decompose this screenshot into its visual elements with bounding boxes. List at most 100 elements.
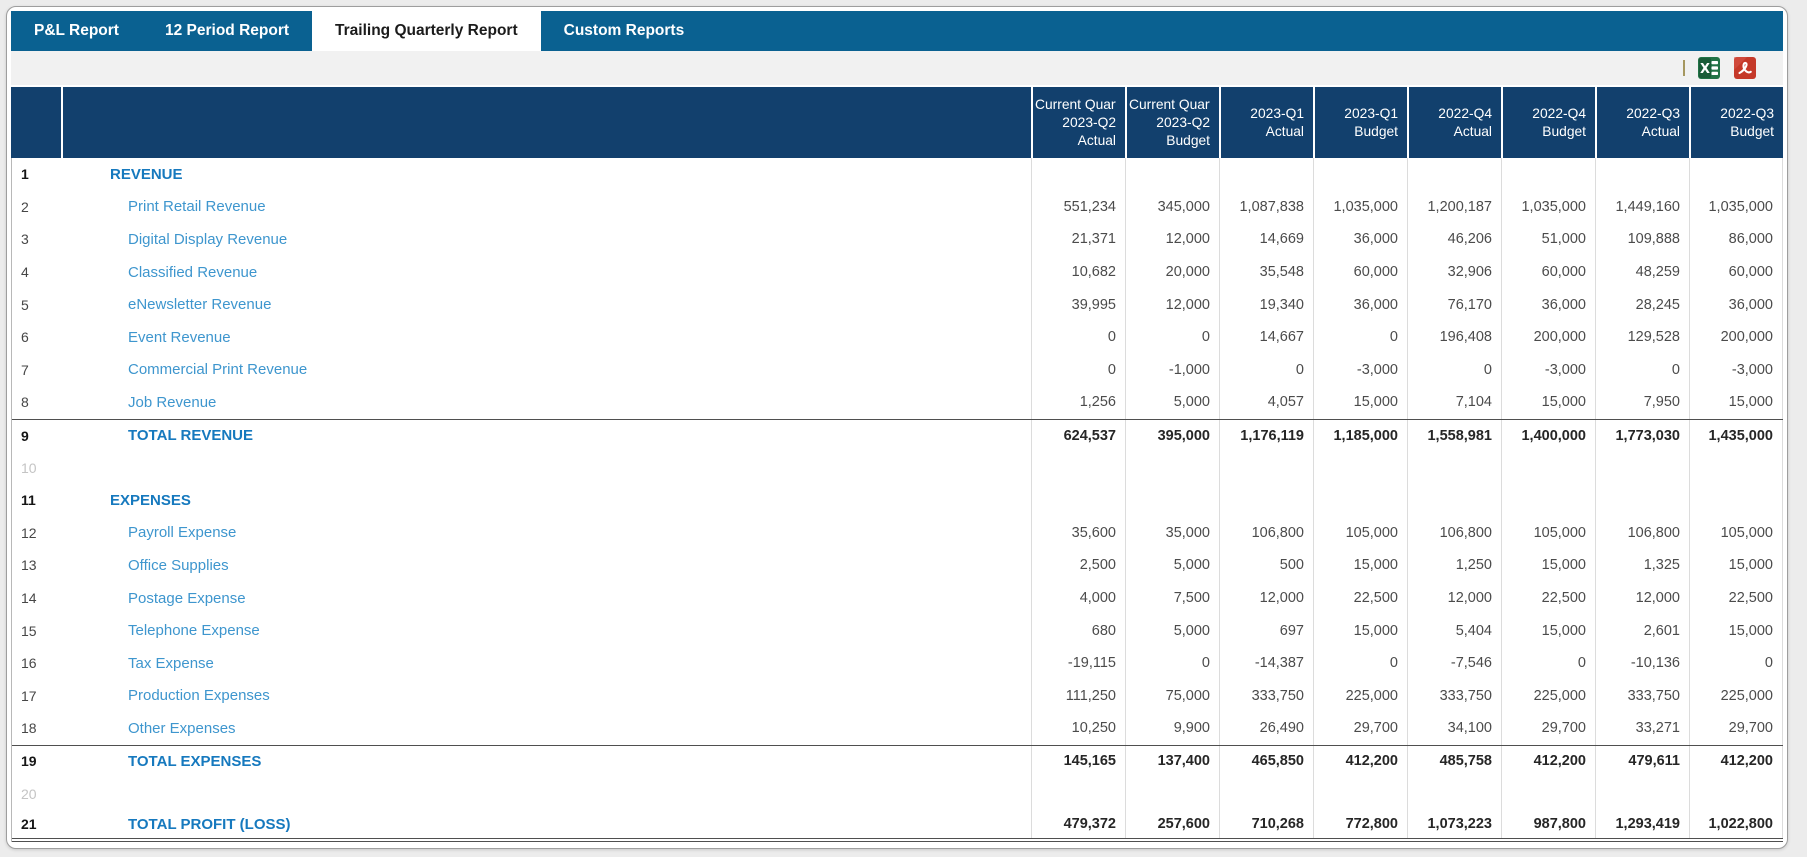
table-row: 8 Job Revenue 1,256 5,000 4,057 15,000 7,104 15… bbox=[12, 386, 1783, 419]
cell-value bbox=[1501, 483, 1595, 517]
cell-value bbox=[1595, 777, 1689, 810]
column-header-quarter: 2022-Q4 bbox=[1532, 105, 1586, 121]
cell-value: 35,600 bbox=[1031, 516, 1125, 550]
cell-value: 29,700 bbox=[1501, 712, 1595, 745]
cell-value: 46,206 bbox=[1407, 223, 1501, 256]
account-label[interactable]: Tax Expense bbox=[62, 647, 1031, 680]
account-label[interactable]: Production Expenses bbox=[62, 680, 1031, 713]
tab-12-period-report[interactable]: 12 Period Report bbox=[142, 11, 312, 51]
account-label[interactable]: EXPENSES bbox=[62, 484, 1031, 517]
cell-value: 29,700 bbox=[1313, 712, 1407, 745]
cell-value: 36,000 bbox=[1313, 223, 1407, 256]
cell-value: 33,271 bbox=[1595, 712, 1689, 745]
account-label[interactable]: Payroll Expense bbox=[62, 517, 1031, 550]
account-label[interactable]: Commercial Print Revenue bbox=[62, 354, 1031, 387]
account-label[interactable]: Other Expenses bbox=[62, 712, 1031, 745]
svg-text:X: X bbox=[1700, 62, 1710, 77]
cell-value: -14,387 bbox=[1219, 646, 1313, 680]
cell-value bbox=[1689, 451, 1783, 484]
column-header: 2023-Q1 Actual bbox=[1219, 87, 1313, 158]
account-label[interactable]: REVENUE bbox=[62, 158, 1031, 191]
cell-value: 2,500 bbox=[1031, 549, 1125, 582]
table-row: 13 Office Supplies 2,500 5,000 500 15,000 1,25… bbox=[12, 549, 1783, 582]
export-toolbar: X bbox=[11, 51, 1783, 85]
table-row: 5 eNewsletter Revenue 39,995 12,000 19,340 36… bbox=[12, 288, 1783, 321]
cell-value: 145,165 bbox=[1031, 745, 1125, 778]
cell-value: 479,372 bbox=[1031, 809, 1125, 839]
cell-value: 76,170 bbox=[1407, 288, 1501, 321]
cell-value: 86,000 bbox=[1689, 223, 1783, 256]
column-header-quarter: 2022-Q3 bbox=[1626, 105, 1680, 121]
toolbar-separator bbox=[1683, 60, 1685, 76]
cell-value: 0 bbox=[1407, 353, 1501, 387]
cell-value: 551,234 bbox=[1031, 190, 1125, 224]
row-number: 10 bbox=[21, 459, 37, 476]
tab-trailing-quarterly-report[interactable]: Trailing Quarterly Report bbox=[312, 11, 541, 51]
cell-value: 5,404 bbox=[1407, 614, 1501, 647]
row-number: 4 bbox=[21, 264, 29, 281]
cell-value bbox=[1407, 777, 1501, 810]
account-label[interactable]: Digital Display Revenue bbox=[62, 223, 1031, 256]
row-number: 19 bbox=[21, 753, 37, 770]
cell-value: 412,200 bbox=[1313, 745, 1407, 778]
cell-value: 4,000 bbox=[1031, 581, 1125, 615]
cell-value bbox=[1125, 451, 1219, 484]
account-label[interactable]: Telephone Expense bbox=[62, 614, 1031, 647]
cell-value bbox=[1313, 777, 1407, 810]
column-header-quarter: 2023-Q1 bbox=[1344, 105, 1398, 121]
column-header-scenario: Actual bbox=[1265, 123, 1304, 139]
tab-pl-report[interactable]: P&L Report bbox=[11, 11, 142, 51]
account-label[interactable]: Classified Revenue bbox=[62, 256, 1031, 289]
cell-value: 36,000 bbox=[1501, 288, 1595, 321]
column-header: 2022-Q3 Budget bbox=[1689, 87, 1783, 158]
account-label[interactable]: Print Retail Revenue bbox=[62, 191, 1031, 224]
row-number: 12 bbox=[21, 524, 37, 541]
row-number: 21 bbox=[21, 816, 37, 833]
row-number: 14 bbox=[21, 590, 37, 607]
cell-value: 60,000 bbox=[1689, 255, 1783, 289]
cell-value: 1,087,838 bbox=[1219, 190, 1313, 224]
cell-value: 1,035,000 bbox=[1501, 190, 1595, 224]
table-row: 1 REVENUE bbox=[12, 158, 1783, 191]
cell-value: 129,528 bbox=[1595, 320, 1689, 354]
cell-value: -3,000 bbox=[1313, 353, 1407, 387]
account-label[interactable]: TOTAL EXPENSES bbox=[62, 746, 1031, 778]
account-label[interactable]: TOTAL PROFIT (LOSS) bbox=[62, 810, 1031, 839]
tab-custom-reports[interactable]: Custom Reports bbox=[541, 11, 708, 51]
cell-value: 111,250 bbox=[1031, 679, 1125, 713]
table-row: 6 Event Revenue 0 0 14,667 0 196,408 200,000 129… bbox=[12, 320, 1783, 354]
cell-value: 15,000 bbox=[1689, 386, 1783, 419]
column-header: 2022-Q4 Budget bbox=[1501, 87, 1595, 158]
account-label[interactable]: TOTAL REVENUE bbox=[62, 420, 1031, 452]
cell-value: 51,000 bbox=[1501, 223, 1595, 256]
cell-value: 1,185,000 bbox=[1313, 419, 1407, 452]
cell-value: 22,500 bbox=[1313, 581, 1407, 615]
excel-export-icon[interactable]: X bbox=[1697, 56, 1721, 80]
cell-value bbox=[1595, 158, 1689, 191]
table-row: 2 Print Retail Revenue 551,234 345,000 1,087… bbox=[12, 190, 1783, 224]
pdf-export-icon[interactable] bbox=[1733, 56, 1757, 80]
table-header: Current Quarter2023-Q2ActualCurrent Quar… bbox=[11, 87, 1783, 158]
account-label[interactable]: Postage Expense bbox=[62, 582, 1031, 615]
cell-value: 1,256 bbox=[1031, 386, 1125, 419]
table-row: 4 Classified Revenue 10,682 20,000 35,548 60,… bbox=[12, 255, 1783, 289]
column-header-scenario: Budget bbox=[1166, 132, 1210, 148]
table-row: 3 Digital Display Revenue 21,371 12,000 14,6… bbox=[12, 223, 1783, 256]
cell-value: -1,000 bbox=[1125, 353, 1219, 387]
account-label[interactable]: Job Revenue bbox=[62, 386, 1031, 419]
cell-value: 345,000 bbox=[1125, 190, 1219, 224]
account-label[interactable]: Office Supplies bbox=[62, 549, 1031, 582]
row-number: 9 bbox=[21, 427, 29, 444]
account-label[interactable]: Event Revenue bbox=[62, 321, 1031, 354]
cell-value: 34,100 bbox=[1407, 712, 1501, 745]
cell-value: 225,000 bbox=[1313, 679, 1407, 713]
cell-value: 196,408 bbox=[1407, 320, 1501, 354]
account-label[interactable]: eNewsletter Revenue bbox=[62, 288, 1031, 321]
cell-value: -7,546 bbox=[1407, 646, 1501, 680]
table-row: 9 TOTAL REVENUE 624,537 395,000 1,176,119 1,1… bbox=[12, 418, 1783, 452]
cell-value: 105,000 bbox=[1313, 516, 1407, 550]
cell-value: 39,995 bbox=[1031, 288, 1125, 321]
column-header-period-name: Current Quarter bbox=[1129, 96, 1210, 112]
row-number: 15 bbox=[21, 622, 37, 639]
cell-value bbox=[1313, 483, 1407, 517]
